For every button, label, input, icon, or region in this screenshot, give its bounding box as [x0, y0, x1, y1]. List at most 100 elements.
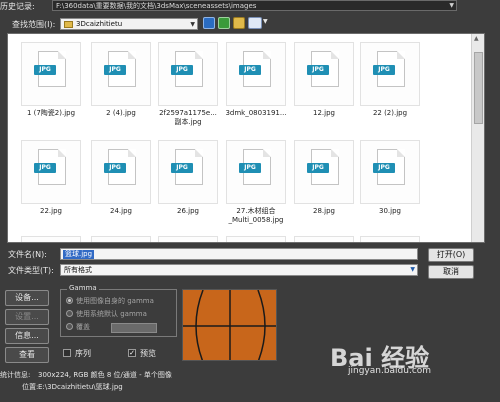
- vertical-scrollbar[interactable]: ▲: [471, 34, 484, 242]
- file-icon: JPG: [373, 149, 405, 185]
- file-tile-partial[interactable]: [226, 236, 286, 242]
- sequence-label: 序列: [75, 349, 91, 358]
- file-icon: JPG: [171, 149, 203, 185]
- jpg-badge: JPG: [34, 163, 56, 173]
- file-tile[interactable]: JPG: [158, 42, 218, 106]
- file-tile[interactable]: JPG: [91, 140, 151, 204]
- gamma-radio-system[interactable]: [66, 310, 73, 317]
- back-icon[interactable]: [203, 17, 215, 29]
- new-folder-icon[interactable]: [233, 17, 245, 29]
- jpg-badge: JPG: [307, 65, 329, 75]
- jpg-badge: JPG: [34, 65, 56, 75]
- jpg-badge: JPG: [104, 163, 126, 173]
- file-icon: JPG: [373, 51, 405, 87]
- watermark-url: jingyan.baidu.com: [348, 366, 432, 376]
- filetype-select[interactable]: 所有格式 ▼: [60, 264, 418, 276]
- lookin-folder: 3Dcaizhitietu: [76, 20, 123, 28]
- setup-button[interactable]: 设备...: [5, 290, 49, 306]
- file-name[interactable]: 22 (2).jpg: [353, 109, 427, 118]
- filename-input[interactable]: 篮球.jpg: [60, 248, 418, 260]
- file-icon: JPG: [104, 51, 136, 87]
- file-tile[interactable]: JPG: [158, 140, 218, 204]
- file-tile[interactable]: JPG: [226, 42, 286, 106]
- chevron-down-icon[interactable]: ▼: [410, 265, 415, 275]
- file-name[interactable]: 24.jpg: [84, 207, 158, 216]
- lookin-label: 查找范围(I):: [12, 20, 56, 29]
- cancel-button[interactable]: 取消: [428, 265, 474, 279]
- sequence-checkbox[interactable]: [63, 349, 71, 357]
- filename-label: 文件名(N):: [8, 250, 47, 259]
- file-name[interactable]: 2f2597a1175e... 副本.jpg: [151, 109, 225, 127]
- file-tile[interactable]: JPG: [360, 42, 420, 106]
- file-tile[interactable]: JPG: [294, 140, 354, 204]
- jpg-badge: JPG: [307, 163, 329, 173]
- file-icon: JPG: [307, 149, 339, 185]
- file-name[interactable]: 2 (4).jpg: [84, 109, 158, 118]
- history-field[interactable]: F:\360data\重要数据\我的文档\3dsMax\sceneassets\…: [52, 0, 457, 11]
- scroll-up-icon[interactable]: ▲: [474, 35, 479, 42]
- view-button[interactable]: 查看: [5, 347, 49, 363]
- preview-image: [182, 289, 277, 361]
- file-name[interactable]: 27.木材组合 _Multi_0058.jpg: [219, 207, 293, 225]
- stats-value: 300x224, RGB 颜色 8 位/通道 - 单个图像: [38, 371, 172, 379]
- gamma-radio-image[interactable]: [66, 297, 73, 304]
- lookin-combo[interactable]: 3Dcaizhitietu ▼: [60, 18, 198, 30]
- filename-value: 篮球.jpg: [63, 250, 95, 259]
- file-icon: JPG: [34, 51, 66, 87]
- file-tile[interactable]: JPG: [294, 42, 354, 106]
- up-folder-icon[interactable]: [218, 17, 230, 29]
- file-tile[interactable]: JPG: [226, 140, 286, 204]
- file-icon: JPG: [239, 149, 271, 185]
- jpg-badge: JPG: [171, 65, 193, 75]
- filetype-value: 所有格式: [64, 266, 92, 274]
- jpg-badge: JPG: [171, 163, 193, 173]
- history-label: 历史记录:: [0, 2, 35, 11]
- file-list[interactable]: ▲ JPG 1 (7陶瓷2).jpg JPG 2 (4).jpg JPG 2f2597a1…: [7, 33, 485, 243]
- file-name[interactable]: 30.jpg: [353, 207, 427, 216]
- jpg-badge: JPG: [239, 163, 261, 173]
- chevron-down-icon[interactable]: ▼: [263, 18, 268, 25]
- file-tile-partial[interactable]: [294, 236, 354, 242]
- preview-checkbox[interactable]: ✓: [128, 349, 136, 357]
- gamma-option-image: 使用图像自身的 gamma: [76, 297, 154, 305]
- file-tile-partial[interactable]: [21, 236, 81, 242]
- folder-icon: [64, 21, 73, 28]
- chevron-down-icon[interactable]: ▼: [449, 1, 454, 10]
- file-name[interactable]: 22.jpg: [14, 207, 88, 216]
- gamma-title: Gamma: [67, 284, 99, 292]
- jpg-badge: JPG: [104, 65, 126, 75]
- basketball-icon: [183, 290, 276, 360]
- file-tile[interactable]: JPG: [21, 42, 81, 106]
- preview-label: 预览: [140, 349, 156, 358]
- gamma-override-spinner[interactable]: [111, 323, 157, 333]
- gamma-option-system: 使用系统默认 gamma: [76, 310, 147, 318]
- jpg-badge: JPG: [373, 65, 395, 75]
- gamma-radio-override[interactable]: [66, 323, 73, 330]
- stats-label: 统计信息:: [0, 371, 31, 379]
- file-name[interactable]: 12.jpg: [287, 109, 361, 118]
- file-tile[interactable]: JPG: [21, 140, 81, 204]
- file-name[interactable]: 26.jpg: [151, 207, 225, 216]
- settings-button[interactable]: 设置...: [5, 309, 49, 325]
- filetype-label: 文件类型(T):: [8, 266, 54, 275]
- info-button[interactable]: 信息...: [5, 328, 49, 344]
- views-icon[interactable]: [248, 17, 262, 29]
- file-icon: JPG: [171, 51, 203, 87]
- file-icon: JPG: [34, 149, 66, 185]
- scroll-thumb[interactable]: [474, 52, 483, 124]
- chevron-down-icon[interactable]: ▼: [190, 19, 195, 30]
- file-name[interactable]: 3dmk_0803191...: [219, 109, 293, 118]
- open-button[interactable]: 打开(O): [428, 248, 474, 262]
- file-tile-partial[interactable]: [158, 236, 218, 242]
- gamma-option-override: 覆盖: [76, 323, 90, 331]
- file-name[interactable]: 28.jpg: [287, 207, 361, 216]
- file-icon: JPG: [307, 51, 339, 87]
- file-tile[interactable]: JPG: [91, 42, 151, 106]
- file-name[interactable]: 1 (7陶瓷2).jpg: [14, 109, 88, 118]
- location-value: E:\3Dcaizhitietu\篮球.jpg: [38, 383, 123, 391]
- file-tile-partial[interactable]: [360, 236, 420, 242]
- gamma-group: Gamma 使用图像自身的 gamma 使用系统默认 gamma 覆盖: [60, 284, 177, 337]
- file-tile[interactable]: JPG: [360, 140, 420, 204]
- file-tile-partial[interactable]: [91, 236, 151, 242]
- jpg-badge: JPG: [239, 65, 261, 75]
